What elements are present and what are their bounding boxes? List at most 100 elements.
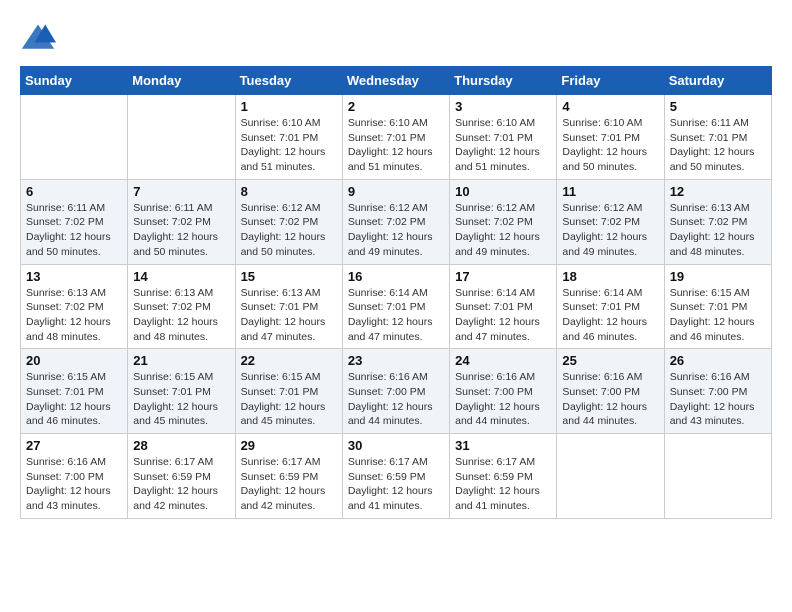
day-number: 31 bbox=[455, 438, 551, 453]
day-number: 14 bbox=[133, 269, 229, 284]
calendar-cell: 20 Sunrise: 6:15 AM Sunset: 7:01 PM Dayli… bbox=[21, 349, 128, 434]
day-info: Sunrise: 6:17 AM Sunset: 6:59 PM Dayligh… bbox=[133, 455, 229, 514]
day-info: Sunrise: 6:16 AM Sunset: 7:00 PM Dayligh… bbox=[455, 370, 551, 429]
day-number: 20 bbox=[26, 353, 122, 368]
day-number: 7 bbox=[133, 184, 229, 199]
day-info: Sunrise: 6:10 AM Sunset: 7:01 PM Dayligh… bbox=[562, 116, 658, 175]
day-number: 21 bbox=[133, 353, 229, 368]
day-number: 18 bbox=[562, 269, 658, 284]
day-info: Sunrise: 6:17 AM Sunset: 6:59 PM Dayligh… bbox=[241, 455, 337, 514]
day-info: Sunrise: 6:11 AM Sunset: 7:02 PM Dayligh… bbox=[133, 201, 229, 260]
day-number: 19 bbox=[670, 269, 766, 284]
calendar-cell: 8Sunrise: 6:12 AM Sunset: 7:02 PM Daylig… bbox=[235, 179, 342, 264]
calendar-cell: 24 Sunrise: 6:16 AM Sunset: 7:00 PM Dayli… bbox=[450, 349, 557, 434]
calendar-cell: 21 Sunrise: 6:15 AM Sunset: 7:01 PM Dayli… bbox=[128, 349, 235, 434]
calendar-header-friday: Friday bbox=[557, 67, 664, 95]
day-number: 26 bbox=[670, 353, 766, 368]
calendar-table: SundayMondayTuesdayWednesdayThursdayFrid… bbox=[20, 66, 772, 519]
logo bbox=[20, 20, 60, 56]
day-number: 27 bbox=[26, 438, 122, 453]
day-info: Sunrise: 6:16 AM Sunset: 7:00 PM Dayligh… bbox=[562, 370, 658, 429]
calendar-cell: 4 Sunrise: 6:10 AM Sunset: 7:01 PM Daylig… bbox=[557, 95, 664, 180]
calendar-cell: 10 Sunrise: 6:12 AM Sunset: 7:02 PM Dayli… bbox=[450, 179, 557, 264]
calendar-week-row: 27 Sunrise: 6:16 AM Sunset: 7:00 PM Dayli… bbox=[21, 434, 772, 519]
calendar-cell bbox=[128, 95, 235, 180]
day-number: 30 bbox=[348, 438, 444, 453]
day-info: Sunrise: 6:13 AM Sunset: 7:01 PM Dayligh… bbox=[241, 286, 337, 345]
day-number: 9 bbox=[348, 184, 444, 199]
day-info: Sunrise: 6:14 AM Sunset: 7:01 PM Dayligh… bbox=[348, 286, 444, 345]
day-number: 25 bbox=[562, 353, 658, 368]
day-info: Sunrise: 6:12 AM Sunset: 7:02 PM Dayligh… bbox=[455, 201, 551, 260]
day-info: Sunrise: 6:10 AM Sunset: 7:01 PM Dayligh… bbox=[241, 116, 337, 175]
day-number: 22 bbox=[241, 353, 337, 368]
day-info: Sunrise: 6:16 AM Sunset: 7:00 PM Dayligh… bbox=[26, 455, 122, 514]
day-info: Sunrise: 6:13 AM Sunset: 7:02 PM Dayligh… bbox=[670, 201, 766, 260]
calendar-cell bbox=[21, 95, 128, 180]
day-number: 3 bbox=[455, 99, 551, 114]
calendar-header-row: SundayMondayTuesdayWednesdayThursdayFrid… bbox=[21, 67, 772, 95]
calendar-week-row: 20 Sunrise: 6:15 AM Sunset: 7:01 PM Dayli… bbox=[21, 349, 772, 434]
calendar-cell: 12 Sunrise: 6:13 AM Sunset: 7:02 PM Dayli… bbox=[664, 179, 771, 264]
calendar-cell: 13 Sunrise: 6:13 AM Sunset: 7:02 PM Dayli… bbox=[21, 264, 128, 349]
day-number: 24 bbox=[455, 353, 551, 368]
calendar-cell: 25 Sunrise: 6:16 AM Sunset: 7:00 PM Dayli… bbox=[557, 349, 664, 434]
day-info: Sunrise: 6:12 AM Sunset: 7:02 PM Dayligh… bbox=[241, 201, 337, 260]
day-info: Sunrise: 6:15 AM Sunset: 7:01 PM Dayligh… bbox=[670, 286, 766, 345]
calendar-cell: 1 Sunrise: 6:10 AM Sunset: 7:01 PM Daylig… bbox=[235, 95, 342, 180]
calendar-cell: 27 Sunrise: 6:16 AM Sunset: 7:00 PM Dayli… bbox=[21, 434, 128, 519]
day-number: 2 bbox=[348, 99, 444, 114]
page-header bbox=[20, 20, 772, 56]
calendar-cell: 11 Sunrise: 6:12 AM Sunset: 7:02 PM Dayli… bbox=[557, 179, 664, 264]
calendar-cell: 26 Sunrise: 6:16 AM Sunset: 7:00 PM Dayli… bbox=[664, 349, 771, 434]
day-info: Sunrise: 6:11 AM Sunset: 7:01 PM Dayligh… bbox=[670, 116, 766, 175]
calendar-cell: 6 Sunrise: 6:11 AM Sunset: 7:02 PM Daylig… bbox=[21, 179, 128, 264]
day-number: 10 bbox=[455, 184, 551, 199]
day-info: Sunrise: 6:13 AM Sunset: 7:02 PM Dayligh… bbox=[26, 286, 122, 345]
day-number: 6 bbox=[26, 184, 122, 199]
day-info: Sunrise: 6:16 AM Sunset: 7:00 PM Dayligh… bbox=[348, 370, 444, 429]
calendar-cell bbox=[557, 434, 664, 519]
calendar-cell: 30 Sunrise: 6:17 AM Sunset: 6:59 PM Dayli… bbox=[342, 434, 449, 519]
day-number: 13 bbox=[26, 269, 122, 284]
calendar-cell: 9 Sunrise: 6:12 AM Sunset: 7:02 PM Daylig… bbox=[342, 179, 449, 264]
day-info: Sunrise: 6:16 AM Sunset: 7:00 PM Dayligh… bbox=[670, 370, 766, 429]
calendar-cell: 5Sunrise: 6:11 AM Sunset: 7:01 PM Daylig… bbox=[664, 95, 771, 180]
calendar-week-row: 6 Sunrise: 6:11 AM Sunset: 7:02 PM Daylig… bbox=[21, 179, 772, 264]
day-info: Sunrise: 6:10 AM Sunset: 7:01 PM Dayligh… bbox=[455, 116, 551, 175]
day-info: Sunrise: 6:12 AM Sunset: 7:02 PM Dayligh… bbox=[562, 201, 658, 260]
day-info: Sunrise: 6:10 AM Sunset: 7:01 PM Dayligh… bbox=[348, 116, 444, 175]
day-number: 1 bbox=[241, 99, 337, 114]
calendar-cell: 29Sunrise: 6:17 AM Sunset: 6:59 PM Dayli… bbox=[235, 434, 342, 519]
calendar-cell: 3 Sunrise: 6:10 AM Sunset: 7:01 PM Daylig… bbox=[450, 95, 557, 180]
calendar-cell: 28 Sunrise: 6:17 AM Sunset: 6:59 PM Dayli… bbox=[128, 434, 235, 519]
calendar-cell: 2 Sunrise: 6:10 AM Sunset: 7:01 PM Daylig… bbox=[342, 95, 449, 180]
calendar-cell: 7 Sunrise: 6:11 AM Sunset: 7:02 PM Daylig… bbox=[128, 179, 235, 264]
calendar-cell: 22Sunrise: 6:15 AM Sunset: 7:01 PM Dayli… bbox=[235, 349, 342, 434]
calendar-week-row: 1 Sunrise: 6:10 AM Sunset: 7:01 PM Daylig… bbox=[21, 95, 772, 180]
calendar-cell: 31 Sunrise: 6:17 AM Sunset: 6:59 PM Dayli… bbox=[450, 434, 557, 519]
day-info: Sunrise: 6:17 AM Sunset: 6:59 PM Dayligh… bbox=[348, 455, 444, 514]
day-number: 16 bbox=[348, 269, 444, 284]
day-info: Sunrise: 6:15 AM Sunset: 7:01 PM Dayligh… bbox=[133, 370, 229, 429]
day-info: Sunrise: 6:14 AM Sunset: 7:01 PM Dayligh… bbox=[562, 286, 658, 345]
calendar-cell bbox=[664, 434, 771, 519]
day-info: Sunrise: 6:13 AM Sunset: 7:02 PM Dayligh… bbox=[133, 286, 229, 345]
calendar-header-wednesday: Wednesday bbox=[342, 67, 449, 95]
calendar-cell: 15 Sunrise: 6:13 AM Sunset: 7:01 PM Dayli… bbox=[235, 264, 342, 349]
day-number: 15 bbox=[241, 269, 337, 284]
day-number: 11 bbox=[562, 184, 658, 199]
calendar-cell: 16 Sunrise: 6:14 AM Sunset: 7:01 PM Dayli… bbox=[342, 264, 449, 349]
day-info: Sunrise: 6:14 AM Sunset: 7:01 PM Dayligh… bbox=[455, 286, 551, 345]
logo-icon bbox=[20, 20, 56, 56]
day-number: 28 bbox=[133, 438, 229, 453]
day-number: 4 bbox=[562, 99, 658, 114]
day-info: Sunrise: 6:12 AM Sunset: 7:02 PM Dayligh… bbox=[348, 201, 444, 260]
day-info: Sunrise: 6:15 AM Sunset: 7:01 PM Dayligh… bbox=[26, 370, 122, 429]
calendar-cell: 19 Sunrise: 6:15 AM Sunset: 7:01 PM Dayli… bbox=[664, 264, 771, 349]
day-info: Sunrise: 6:11 AM Sunset: 7:02 PM Dayligh… bbox=[26, 201, 122, 260]
day-info: Sunrise: 6:17 AM Sunset: 6:59 PM Dayligh… bbox=[455, 455, 551, 514]
calendar-cell: 23Sunrise: 6:16 AM Sunset: 7:00 PM Dayli… bbox=[342, 349, 449, 434]
calendar-header-tuesday: Tuesday bbox=[235, 67, 342, 95]
day-number: 12 bbox=[670, 184, 766, 199]
